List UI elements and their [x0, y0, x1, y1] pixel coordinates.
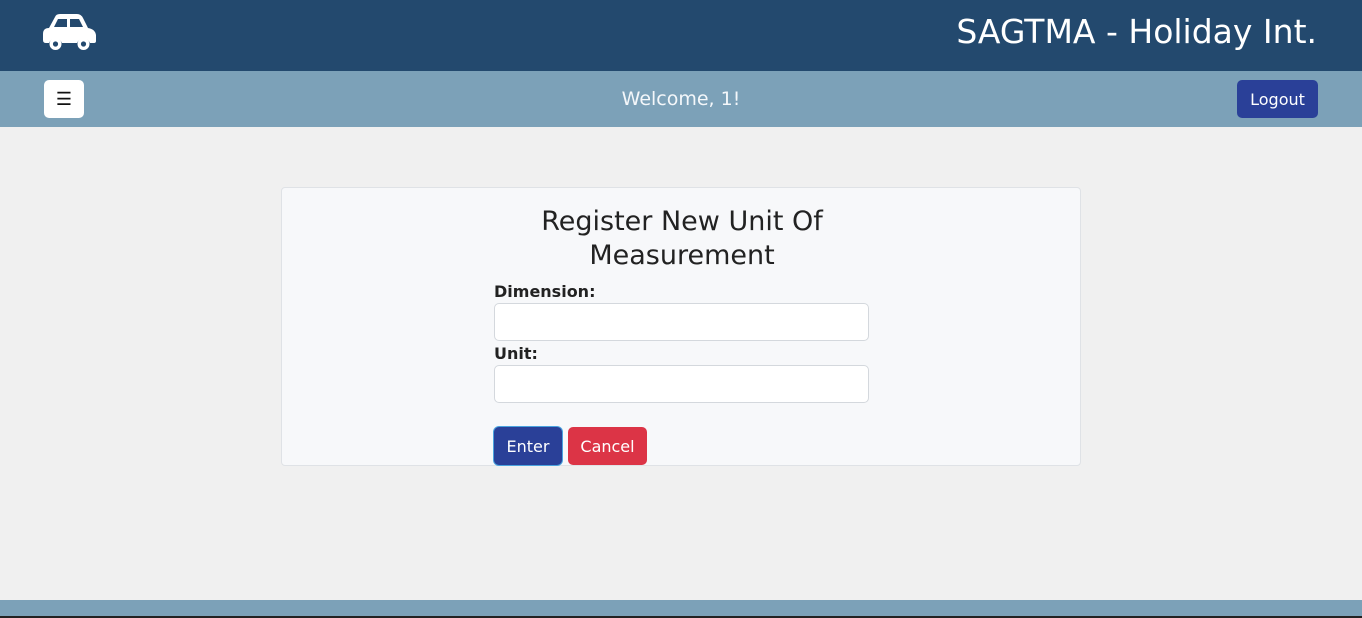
logout-button[interactable]: Logout [1237, 80, 1318, 118]
sub-header: ☰ Welcome, 1! Logout [0, 71, 1362, 127]
unit-input[interactable] [494, 365, 869, 403]
welcome-message: Welcome, 1! [621, 88, 741, 110]
form-title: Register New Unit Of Measurement [541, 206, 823, 271]
car-icon [43, 14, 96, 50]
enter-button[interactable]: Enter [494, 427, 562, 465]
cancel-button[interactable]: Cancel [568, 427, 647, 465]
app-title: SAGTMA - Holiday Int. [956, 12, 1317, 51]
top-header: SAGTMA - Holiday Int. [0, 0, 1362, 71]
register-unit-form: Register New Unit Of Measurement Dimensi… [281, 187, 1081, 466]
dimension-label: Dimension: [494, 282, 596, 301]
dimension-input[interactable] [494, 303, 869, 341]
footer-bar [0, 600, 1362, 618]
unit-label: Unit: [494, 344, 538, 363]
